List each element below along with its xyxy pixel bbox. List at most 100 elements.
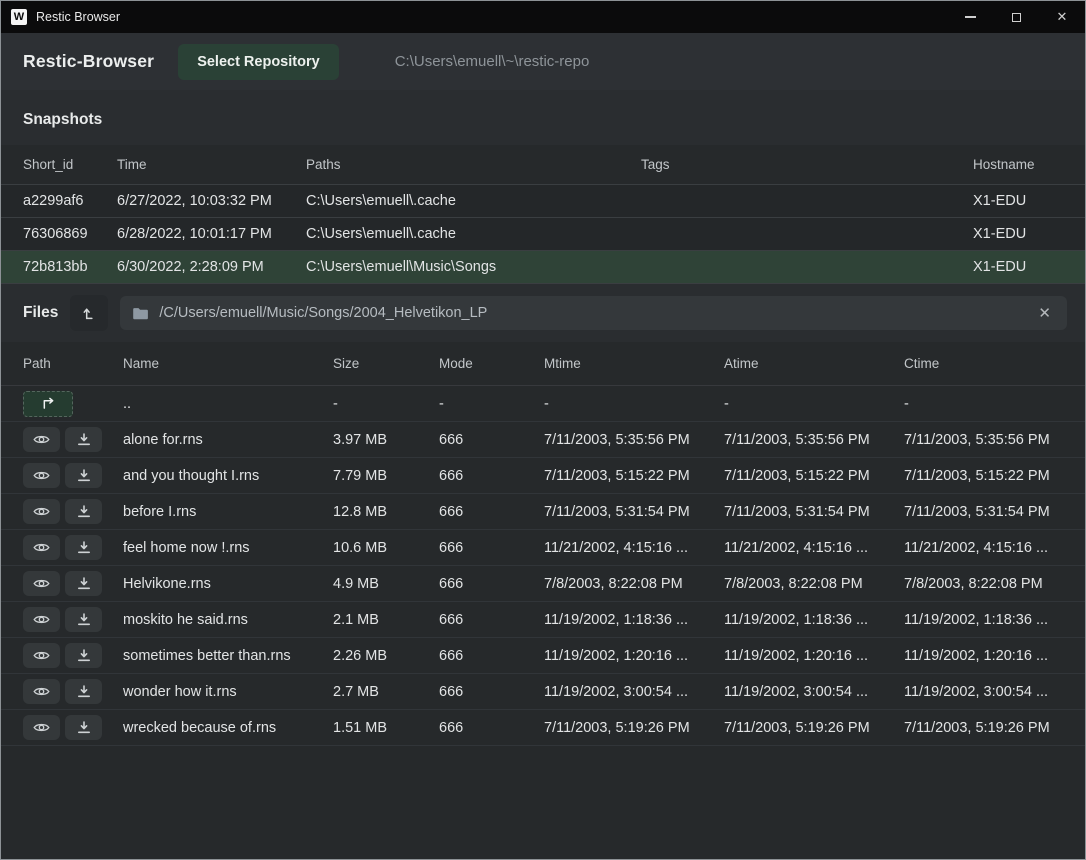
select-repository-button[interactable]: Select Repository [178,44,339,80]
preview-file-button[interactable] [23,643,60,668]
file-row[interactable]: and you thought I.rns 7.79 MB 666 7/11/2… [1,458,1085,494]
snapshots-heading: Snapshots [1,90,1085,145]
download-icon [77,649,91,662]
file-row[interactable]: feel home now !.rns 10.6 MB 666 11/21/20… [1,530,1085,566]
minimize-icon [965,16,976,18]
snapshot-time: 6/27/2022, 10:03:32 PM [117,193,306,209]
file-size: 2.7 MB [333,684,439,700]
file-name: Helvikone.rns [123,576,333,592]
file-row[interactable]: alone for.rns 3.97 MB 666 7/11/2003, 5:3… [1,422,1085,458]
preview-file-button[interactable] [23,463,60,488]
file-size: - [333,396,439,412]
file-atime: 11/19/2002, 1:20:16 ... [724,648,904,664]
file-row[interactable]: wrecked because of.rns 1.51 MB 666 7/11/… [1,710,1085,746]
close-button[interactable]: ✕ [1039,1,1085,33]
download-file-button[interactable] [65,607,102,632]
file-mode: 666 [439,468,544,484]
file-mtime: 7/11/2003, 5:19:26 PM [544,720,724,736]
file-name: feel home now !.rns [123,540,333,556]
titlebar: W Restic Browser ✕ [1,1,1085,33]
snapshot-hostname: X1-EDU [973,259,1085,275]
preview-file-button[interactable] [23,571,60,596]
go-up-button[interactable] [23,391,73,417]
snapshots-table-header: Short_id Time Paths Tags Hostname [1,145,1085,185]
file-row[interactable]: Helvikone.rns 4.9 MB 666 7/8/2003, 8:22:… [1,566,1085,602]
download-file-button[interactable] [65,643,102,668]
file-ctime: - [904,396,1085,412]
return-arrow-icon [41,397,56,410]
download-icon [77,541,91,554]
file-name: and you thought I.rns [123,468,333,484]
minimize-button[interactable] [947,1,993,33]
app-title: Restic-Browser [23,51,154,72]
file-row[interactable]: wonder how it.rns 2.7 MB 666 11/19/2002,… [1,674,1085,710]
current-path-input[interactable]: /C/Users/emuell/Music/Songs/2004_Helveti… [120,296,1067,330]
tree-view-toggle-button[interactable] [70,295,108,331]
snapshot-hostname: X1-EDU [973,193,1085,209]
preview-file-button[interactable] [23,535,60,560]
file-size: 2.1 MB [333,612,439,628]
column-header-hostname: Hostname [973,157,1085,172]
download-icon [77,613,91,626]
file-name: .. [123,396,333,412]
eye-icon [33,433,50,446]
file-name: sometimes better than.rns [123,648,333,664]
file-atime: 7/11/2003, 5:19:26 PM [724,720,904,736]
preview-file-button[interactable] [23,715,60,740]
parent-directory-row[interactable]: .. - - - - - [1,386,1085,422]
file-atime: 11/19/2002, 1:18:36 ... [724,612,904,628]
file-name: wrecked because of.rns [123,720,333,736]
column-header-tags: Tags [641,157,973,172]
file-mode: 666 [439,432,544,448]
preview-file-button[interactable] [23,427,60,452]
eye-icon [33,541,50,554]
snapshot-time: 6/28/2022, 10:01:17 PM [117,226,306,242]
snapshot-row[interactable]: 76306869 6/28/2022, 10:01:17 PM C:\Users… [1,218,1085,251]
download-file-button[interactable] [65,715,102,740]
preview-file-button[interactable] [23,679,60,704]
column-header-size: Size [333,356,439,371]
download-file-button[interactable] [65,427,102,452]
window-title: Restic Browser [36,10,120,24]
folder-icon [132,306,149,321]
snapshot-paths: C:\Users\emuell\.cache [306,193,641,209]
snapshot-short-id: 76306869 [23,226,117,242]
file-mode: 666 [439,576,544,592]
file-mtime: 11/19/2002, 3:00:54 ... [544,684,724,700]
column-header-ctime: Ctime [904,356,1085,371]
file-atime: 7/11/2003, 5:31:54 PM [724,504,904,520]
file-size: 7.79 MB [333,468,439,484]
file-ctime: 7/11/2003, 5:35:56 PM [904,432,1085,448]
file-name: before I.rns [123,504,333,520]
file-row[interactable]: moskito he said.rns 2.1 MB 666 11/19/200… [1,602,1085,638]
file-atime: 11/19/2002, 3:00:54 ... [724,684,904,700]
app-logo-icon: W [11,9,27,25]
files-bar: Files /C/Users/emuell/Music/Songs/2004_H… [1,284,1085,342]
repository-path[interactable]: C:\Users\emuell\~\restic-repo [395,53,590,70]
file-row[interactable]: before I.rns 12.8 MB 666 7/11/2003, 5:31… [1,494,1085,530]
close-icon: ✕ [1057,9,1068,25]
download-file-button[interactable] [65,679,102,704]
file-row[interactable]: sometimes better than.rns 2.26 MB 666 11… [1,638,1085,674]
maximize-button[interactable] [993,1,1039,33]
preview-file-button[interactable] [23,607,60,632]
file-name: moskito he said.rns [123,612,333,628]
file-mtime: 7/8/2003, 8:22:08 PM [544,576,724,592]
file-mode: 666 [439,684,544,700]
file-ctime: 7/11/2003, 5:31:54 PM [904,504,1085,520]
clear-path-button[interactable]: ✕ [1034,302,1055,324]
file-mtime: 11/21/2002, 4:15:16 ... [544,540,724,556]
snapshot-row[interactable]: a2299af6 6/27/2022, 10:03:32 PM C:\Users… [1,185,1085,218]
file-ctime: 7/11/2003, 5:19:26 PM [904,720,1085,736]
snapshot-hostname: X1-EDU [973,226,1085,242]
download-file-button[interactable] [65,499,102,524]
column-header-time: Time [117,157,306,172]
file-size: 12.8 MB [333,504,439,520]
preview-file-button[interactable] [23,499,60,524]
download-file-button[interactable] [65,571,102,596]
snapshot-short-id: a2299af6 [23,193,117,209]
download-file-button[interactable] [65,463,102,488]
download-file-button[interactable] [65,535,102,560]
snapshot-row-selected[interactable]: 72b813bb 6/30/2022, 2:28:09 PM C:\Users\… [1,251,1085,284]
file-atime: 7/8/2003, 8:22:08 PM [724,576,904,592]
